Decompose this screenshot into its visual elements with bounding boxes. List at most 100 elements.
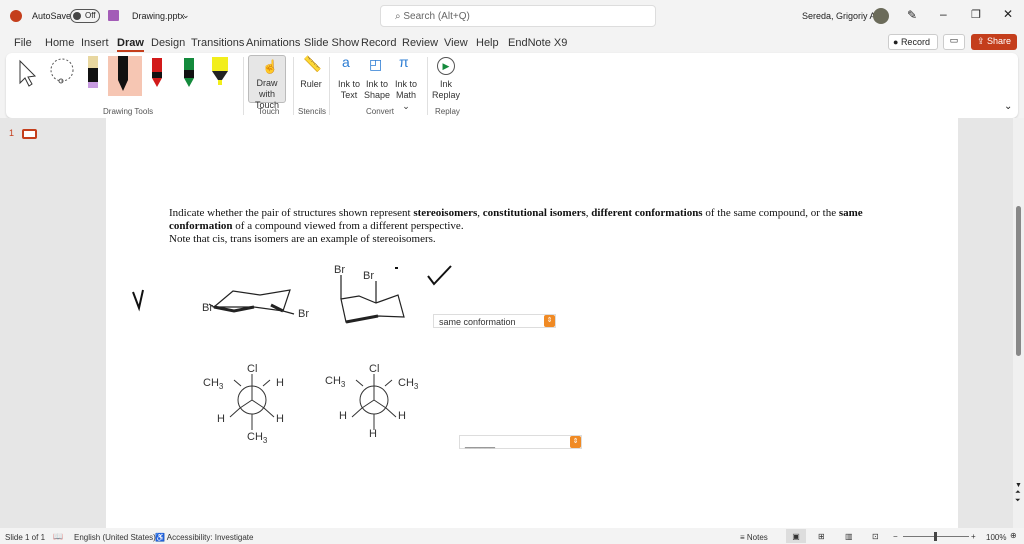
h-label: H: [339, 410, 347, 422]
title-bar: AutoSave Off Drawing.pptx ⌄ ⌕ Search (Al…: [0, 0, 1024, 32]
share-button[interactable]: ⇪ Share: [971, 34, 1017, 50]
minimize-button[interactable]: –: [940, 7, 947, 21]
ch3-label: CH3: [247, 431, 268, 445]
green-pen-icon: [184, 58, 194, 87]
ch3-label: CH3: [398, 377, 419, 391]
zoom-in-button[interactable]: +: [971, 532, 976, 541]
ribbon: Drawing Tools ☝ Draw with Touch Touch 📏 Ru…: [6, 53, 1018, 118]
cyclohexane-chair-2: [340, 275, 405, 324]
tab-review[interactable]: Review: [402, 37, 438, 49]
br-label: Br: [298, 308, 309, 320]
eraser-icon: [88, 56, 98, 88]
h-label: H: [398, 410, 406, 422]
tab-insert[interactable]: Insert: [81, 37, 109, 49]
select-arrow-icon: [19, 59, 37, 87]
slide-count: Slide 1 of 1: [5, 533, 46, 542]
drawing-tools: [19, 56, 228, 96]
slide-sorter-button[interactable]: ⊞: [818, 532, 825, 541]
tab-slide-show[interactable]: Slide Show: [304, 37, 359, 49]
chevron-updown-icon: ⇕: [570, 436, 581, 448]
collapse-ribbon-icon[interactable]: ⌄: [1004, 101, 1012, 112]
h-label: H: [276, 377, 284, 389]
ink-to-math-icon: π: [399, 54, 409, 70]
comments-button[interactable]: ▭: [943, 34, 965, 50]
tab-file[interactable]: File: [14, 37, 32, 49]
zoom-level[interactable]: 100%: [986, 533, 1006, 542]
newman-projection-1: [229, 374, 275, 430]
h-label: H: [217, 413, 225, 425]
autosave-toggle[interactable]: Off: [70, 9, 100, 23]
tab-help[interactable]: Help: [476, 37, 499, 49]
ink-to-text-button[interactable]: a Ink to Text: [336, 54, 362, 101]
ribbon-tabs: File Home Insert Draw Design Transitions…: [0, 32, 1024, 52]
br-label: Br: [363, 270, 374, 282]
group-touch: Touch: [258, 107, 280, 116]
ink-to-shape-icon: ◰: [369, 56, 383, 72]
h-label: H: [369, 428, 377, 440]
tab-view[interactable]: View: [444, 37, 468, 49]
powerpoint-logo-icon: [10, 10, 22, 22]
group-convert: Convert: [366, 107, 395, 116]
vertical-scrollbar[interactable]: ▼ ⏶ ⏷: [1013, 118, 1024, 528]
answer-dropdown-1[interactable]: same conformation ⇕: [433, 314, 556, 328]
ruler-button[interactable]: 📏 Ruler: [298, 57, 324, 90]
notes-button[interactable]: ≡ Notes: [740, 533, 768, 542]
tab-home[interactable]: Home: [45, 37, 74, 49]
zoom-slider[interactable]: [903, 532, 969, 541]
slide-canvas[interactable]: Indicate whether the pair of structures …: [106, 118, 958, 528]
accessibility-status[interactable]: ♿ Accessibility: Investigate: [155, 533, 253, 542]
newman-projection-2: [351, 374, 397, 430]
tab-draw[interactable]: Draw: [117, 37, 144, 52]
replay-icon: ▶: [437, 57, 455, 75]
lasso-icon: [50, 58, 74, 84]
group-stencils: Stencils: [298, 107, 327, 116]
ink-to-text-icon: a: [342, 54, 350, 70]
ink-to-shape-button[interactable]: ◰ Ink to Shape: [364, 57, 390, 101]
touch-hand-icon: ☝: [262, 59, 279, 74]
autosave-label: AutoSave: [32, 11, 72, 21]
draw-with-touch-button[interactable]: ☝ Draw with Touch: [248, 55, 286, 110]
zoom-out-button[interactable]: −: [893, 532, 898, 541]
search-input[interactable]: ⌕ Search (Alt+Q): [380, 5, 656, 27]
tab-record[interactable]: Record: [361, 37, 396, 49]
br-label: Br: [202, 302, 213, 314]
file-name[interactable]: Drawing.pptx: [132, 11, 185, 21]
group-drawing-tools: Drawing Tools: [103, 107, 154, 116]
avatar[interactable]: [873, 8, 889, 24]
highlighter-icon: [212, 57, 228, 85]
ink-replay-button[interactable]: ▶ Ink Replay: [432, 57, 460, 101]
ch3-label: CH3: [203, 377, 224, 391]
tab-transitions[interactable]: Transitions: [191, 37, 244, 49]
spellcheck-icon[interactable]: 📖: [53, 532, 63, 541]
cl-label: Cl: [369, 363, 379, 375]
fit-to-window-icon[interactable]: ⊕: [1010, 531, 1017, 540]
answer-dropdown-2[interactable]: ______ ⇕: [459, 435, 582, 449]
tab-endnote[interactable]: EndNote X9: [508, 37, 567, 49]
group-replay: Replay: [435, 107, 460, 116]
cyclohexane-chair-1: [208, 289, 295, 315]
br-label: Br: [334, 264, 345, 276]
close-button[interactable]: ✕: [1003, 7, 1013, 21]
pen-icon[interactable]: ✎: [907, 8, 917, 22]
status-bar: Slide 1 of 1 📖 English (United States) ♿…: [0, 528, 1024, 544]
handwritten-check: [395, 265, 452, 286]
cl-label: Cl: [247, 363, 257, 375]
tab-animations[interactable]: Animations: [246, 37, 300, 49]
tab-design[interactable]: Design: [151, 37, 185, 49]
slide-thumbnail[interactable]: [22, 129, 37, 139]
ink-to-math-button[interactable]: π Ink to Math ⌄: [392, 54, 420, 112]
slide-number: 1: [9, 128, 15, 138]
handwritten-v: [132, 289, 144, 312]
slideshow-button[interactable]: ⊡: [872, 532, 879, 541]
reading-view-button[interactable]: ▥: [845, 532, 853, 541]
save-icon[interactable]: [108, 10, 119, 21]
restore-button[interactable]: ❐: [971, 8, 981, 21]
record-button[interactable]: ● Record: [888, 34, 938, 50]
chevron-updown-icon: ⇕: [544, 315, 555, 327]
user-name[interactable]: Sereda, Grigoriy A: [802, 11, 876, 21]
ruler-icon: 📏: [303, 56, 322, 73]
red-pen-icon: [152, 58, 162, 87]
language[interactable]: English (United States): [74, 533, 156, 542]
ch3-label: CH3: [325, 375, 346, 389]
normal-view-button[interactable]: ▣: [786, 529, 806, 543]
